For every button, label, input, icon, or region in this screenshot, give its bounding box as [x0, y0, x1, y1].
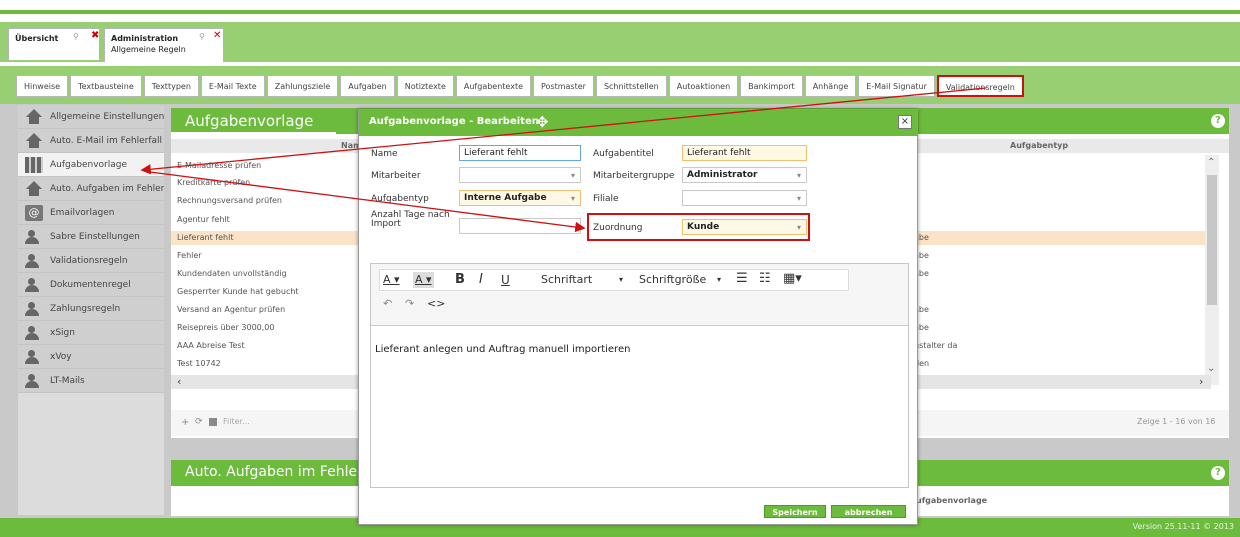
arrow-to-sidebar: [140, 87, 987, 175]
annotation-arrows: [140, 87, 987, 233]
arrow-to-zuordnung: [149, 171, 586, 233]
